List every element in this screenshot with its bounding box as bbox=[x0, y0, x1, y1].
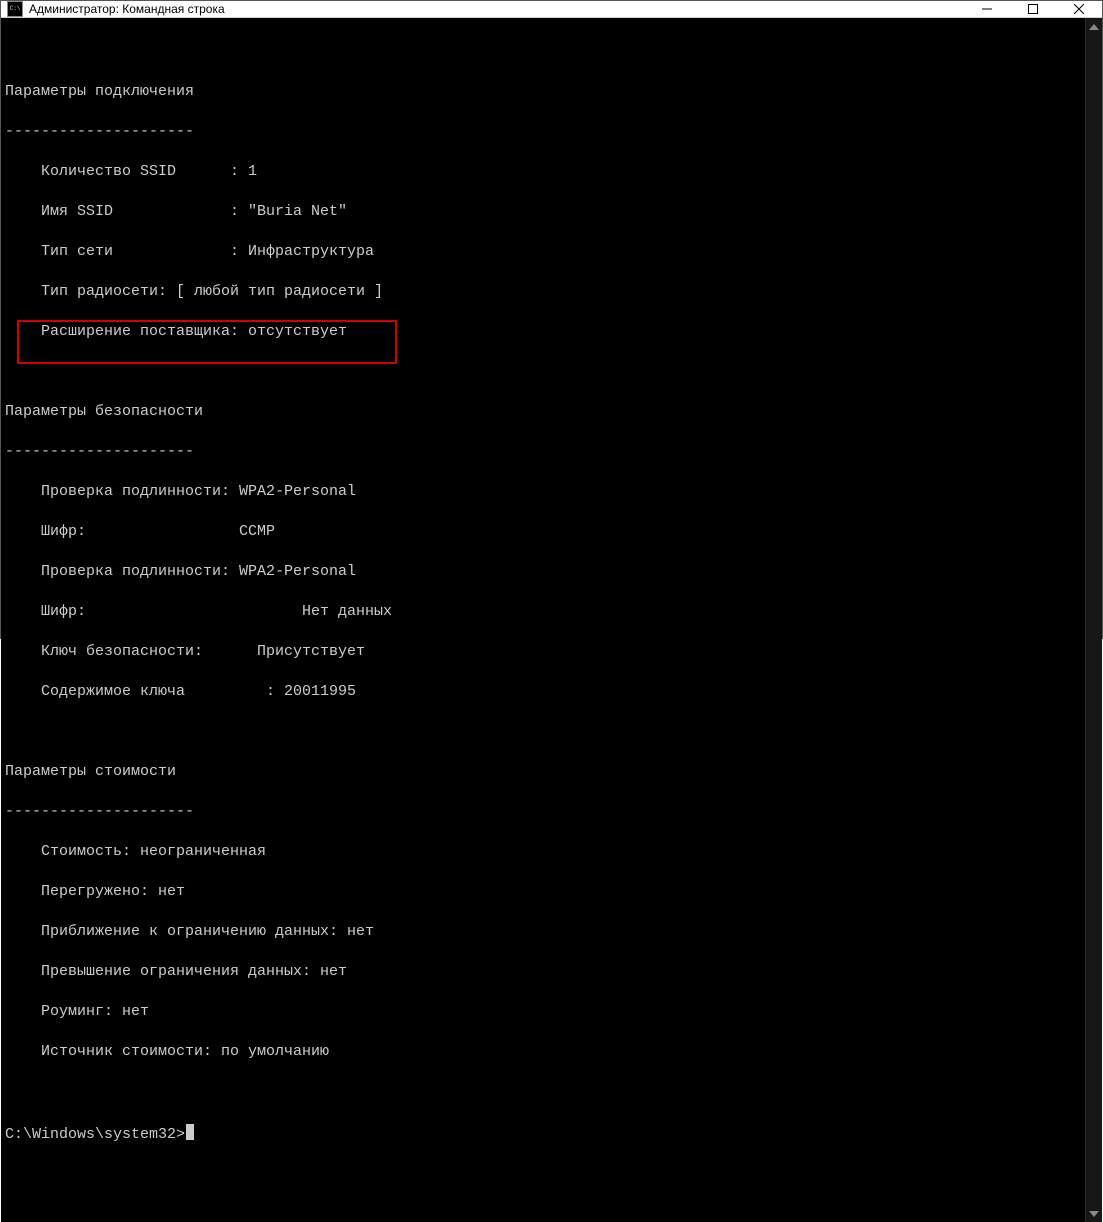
titlebar[interactable]: Администратор: Командная строка bbox=[1, 1, 1102, 18]
cipher-line-1: Шифр: CCMP bbox=[5, 522, 1085, 542]
ssid-name-line: Имя SSID : "Buria Net" bbox=[5, 202, 1085, 222]
congested-line: Перегружено: нет bbox=[5, 882, 1085, 902]
auth-line-2: Проверка подлинности: WPA2-Personal bbox=[5, 562, 1085, 582]
blank-line bbox=[5, 362, 1085, 382]
console-output[interactable]: Параметры подключения ------------------… bbox=[1, 18, 1085, 1222]
cost-source-line: Источник стоимости: по умолчанию bbox=[5, 1042, 1085, 1062]
blank-line bbox=[5, 722, 1085, 742]
security-heading: Параметры безопасности bbox=[5, 402, 1085, 422]
separator: --------------------- bbox=[5, 802, 1085, 822]
prompt-text: C:\Windows\system32> bbox=[5, 1126, 185, 1143]
prompt-line[interactable]: C:\Windows\system32> bbox=[5, 1122, 1085, 1142]
cipher-line-2: Шифр: Нет данных bbox=[5, 602, 1085, 622]
security-key-line: Ключ безопасности: Присутствует bbox=[5, 642, 1085, 662]
radio-type-line: Тип радиосети: [ любой тип радиосети ] bbox=[5, 282, 1085, 302]
minimize-button[interactable] bbox=[964, 1, 1010, 17]
approaching-limit-line: Приближение к ограничению данных: нет bbox=[5, 922, 1085, 942]
connection-heading: Параметры подключения bbox=[5, 82, 1085, 102]
separator: --------------------- bbox=[5, 442, 1085, 462]
separator: --------------------- bbox=[5, 122, 1085, 142]
cmd-icon bbox=[7, 1, 23, 17]
cost-heading: Параметры стоимости bbox=[5, 762, 1085, 782]
text-cursor bbox=[186, 1124, 194, 1140]
cmd-window: Администратор: Командная строка Параметр… bbox=[0, 0, 1103, 639]
vertical-scrollbar[interactable] bbox=[1085, 18, 1102, 1222]
maximize-button[interactable] bbox=[1010, 1, 1056, 17]
auth-line-1: Проверка подлинности: WPA2-Personal bbox=[5, 482, 1085, 502]
client-area: Параметры подключения ------------------… bbox=[1, 18, 1102, 1222]
blank-line bbox=[5, 1082, 1085, 1102]
blank-line bbox=[5, 42, 1085, 62]
scroll-down-button[interactable] bbox=[1086, 1205, 1103, 1222]
scroll-up-button[interactable] bbox=[1086, 18, 1103, 35]
window-title: Администратор: Командная строка bbox=[29, 2, 964, 16]
roaming-line: Роуминг: нет bbox=[5, 1002, 1085, 1022]
cost-line: Стоимость: неограниченная bbox=[5, 842, 1085, 862]
key-content-line: Содержимое ключа : 20011995 bbox=[5, 682, 1085, 702]
vendor-ext-line: Расширение поставщика: отсутствует bbox=[5, 322, 1085, 342]
window-buttons bbox=[964, 1, 1102, 17]
ssid-count-line: Количество SSID : 1 bbox=[5, 162, 1085, 182]
close-button[interactable] bbox=[1056, 1, 1102, 17]
network-type-line: Тип сети : Инфраструктура bbox=[5, 242, 1085, 262]
over-limit-line: Превышение ограничения данных: нет bbox=[5, 962, 1085, 982]
